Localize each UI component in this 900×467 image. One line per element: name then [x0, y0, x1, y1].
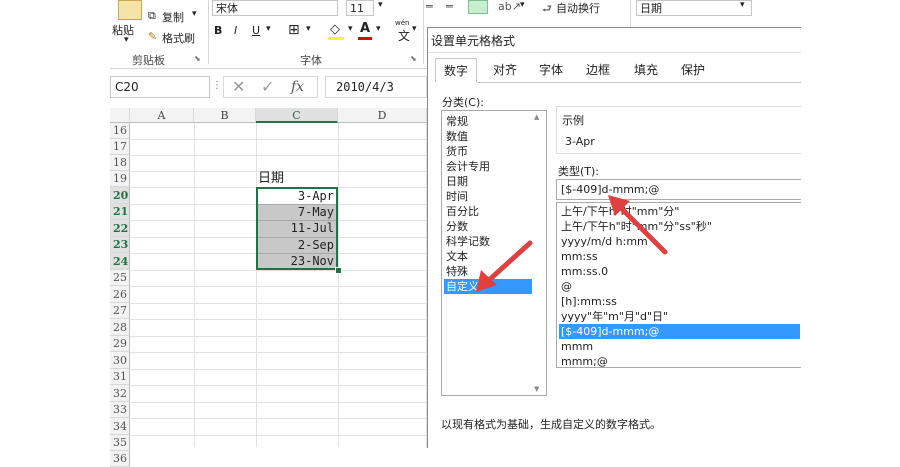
row-header-36[interactable]: 36 — [110, 451, 130, 467]
arrow-to-type-input — [608, 195, 668, 255]
arrow-to-custom — [476, 240, 533, 292]
annotation-arrows — [476, 195, 668, 292]
